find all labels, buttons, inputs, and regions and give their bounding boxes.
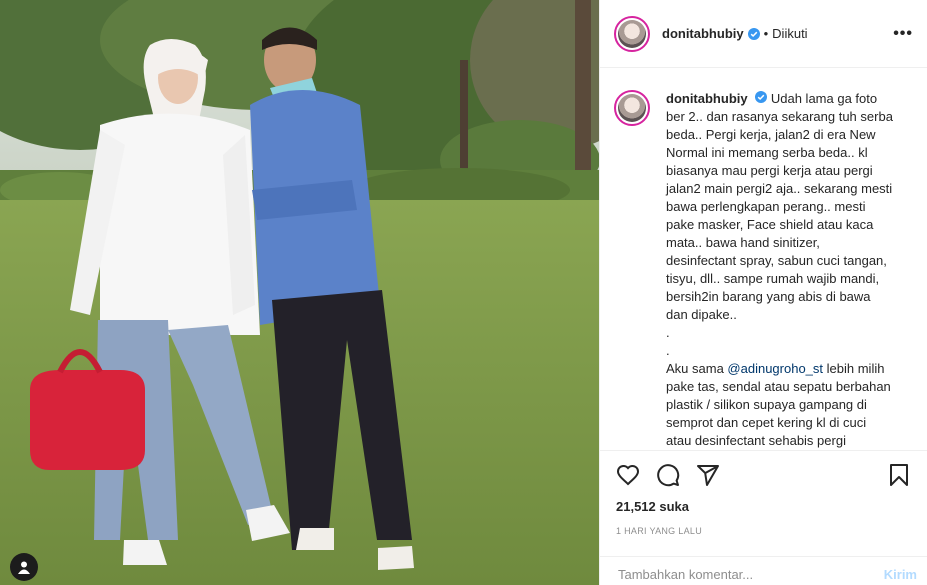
caption-first-text: Udah lama ga foto <box>770 91 878 106</box>
caption-line: pake tas, sendal atau sepatu berbahan <box>666 379 891 394</box>
caption-text: donitabhubiy Udah lama ga foto ber 2.. d… <box>666 90 915 450</box>
caption-scroll-area[interactable]: donitabhubiy Udah lama ga foto ber 2.. d… <box>600 69 927 450</box>
post-photo[interactable] <box>0 0 599 585</box>
bookmark-icon[interactable] <box>887 463 911 487</box>
caption-line: biasanya mau pergi kerja atau pergi <box>666 163 873 178</box>
like-count[interactable]: 21,512 suka <box>616 499 911 514</box>
caption-line: pake masker, Face shield atau kaca <box>666 217 874 232</box>
caption-line: plastik / silikon supaya gampang di <box>666 397 867 412</box>
follow-status-button[interactable]: Diikuti <box>772 26 807 41</box>
caption-line: jalan2 main pergi2 aja.. sekarang mesti <box>666 181 893 196</box>
verified-badge-icon <box>747 27 760 40</box>
caption-text-fragment: Aku sama <box>666 361 728 376</box>
caption-first-line: donitabhubiy Udah lama ga foto <box>666 90 915 108</box>
caption-line: Normal ini memang serba beda.. kl <box>666 145 868 160</box>
caption-line: dan dipake.. <box>666 307 737 322</box>
heart-icon[interactable] <box>616 463 640 487</box>
mention-link[interactable]: @adinugroho_st <box>727 361 823 376</box>
photo-scene <box>0 0 599 585</box>
caption-line: . <box>666 325 670 340</box>
caption-line: bawa perlengkapan perang.. mesti <box>666 199 866 214</box>
caption-line: ber 2.. dan rasanya sekarang tuh serba <box>666 109 893 124</box>
share-icon[interactable] <box>696 463 720 487</box>
comment-input[interactable] <box>616 565 884 583</box>
post-header: donitabhubiy • Diikuti ••• <box>600 0 927 68</box>
caption-line: desinfectant spray, sabun cuci tangan, <box>666 253 887 268</box>
separator-dot: • <box>763 26 769 41</box>
caption-line: atau desinfectant sehabis pergi <box>666 433 846 448</box>
post-comment-button[interactable]: Kirim <box>884 567 917 582</box>
comment-icon[interactable] <box>656 463 680 487</box>
caption-line: tisyu, dll.. sampe rumah wajib mandi, <box>666 271 880 286</box>
caption-line: beda.. Pergi kerja, jalan2 di era New <box>666 127 876 142</box>
caption-author-avatar[interactable] <box>614 90 650 126</box>
user-tag-icon <box>18 561 30 574</box>
caption-line: mata.. bawa hand sinitizer, <box>666 235 820 250</box>
more-options-button[interactable]: ••• <box>893 25 913 43</box>
action-icons-row <box>616 451 911 499</box>
author-username[interactable]: donitabhubiy <box>662 26 744 41</box>
caption-mention-line: Aku sama @adinugroho_st lebih milih <box>666 360 915 378</box>
caption-text-fragment: lebih milih <box>823 361 885 376</box>
post-timestamp[interactable]: 1 HARI YANG LALU <box>616 526 911 536</box>
caption-line: semprot dan cepet kering kl di cuci <box>666 415 867 430</box>
caption-username[interactable]: donitabhubiy <box>666 91 748 106</box>
caption-verified-badge-icon <box>755 91 768 103</box>
user-tag-button[interactable] <box>10 553 38 581</box>
comment-box: Kirim <box>600 556 927 585</box>
post-actions: 21,512 suka 1 HARI YANG LALU <box>600 450 927 556</box>
caption-line: bersih2in barang yang abis di bawa <box>666 289 871 304</box>
author-avatar[interactable] <box>614 15 650 52</box>
post-side-panel: donitabhubiy • Diikuti ••• donitabhubiy … <box>599 0 927 585</box>
caption-line: . <box>666 343 670 358</box>
